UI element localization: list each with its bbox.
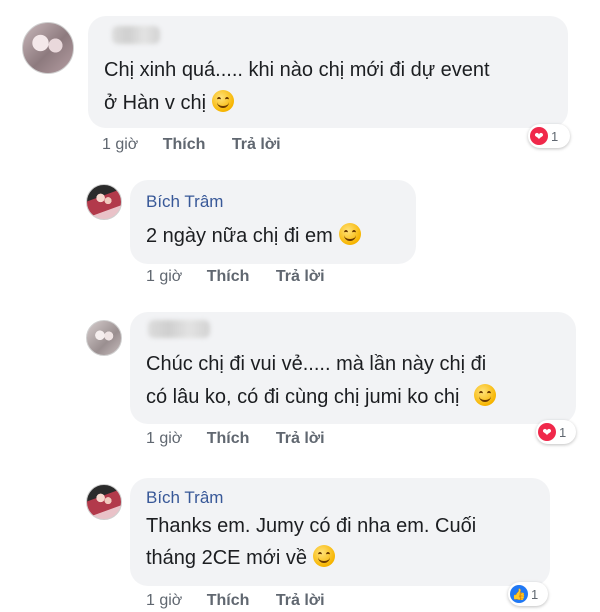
smile-emoji-icon xyxy=(473,384,496,406)
comment-author[interactable]: Bích Trâm xyxy=(146,192,223,212)
comment-text-line-1: Thanks em. Jumy có đi nha em. Cuối xyxy=(146,515,477,537)
reaction-badge[interactable]: 👍 1 xyxy=(508,582,548,606)
comment-text-line-2-content: tháng 2CE mới về xyxy=(146,547,307,569)
avatar[interactable] xyxy=(86,184,122,220)
comment-text-line-2: ở Hàn v chị xyxy=(104,87,235,120)
blurred-author-name xyxy=(112,26,160,44)
comment-1: Chị xinh quá..... khi nào chị mới đi dự … xyxy=(0,0,600,170)
comment-4: Bích Trâm Thanks em. Jumy có đi nha em. … xyxy=(0,470,600,612)
comment-actions: 1 giờ Thích Trả lời xyxy=(146,592,347,610)
reply-button[interactable]: Trả lời xyxy=(276,592,325,610)
reaction-count: 1 xyxy=(551,128,559,144)
comment-text-line-2: có lâu ko, có đi cùng chị jumi ko chị xyxy=(146,381,496,414)
like-button[interactable]: Thích xyxy=(207,268,250,286)
smile-emoji-icon xyxy=(338,223,361,245)
comment-text-line-1: Chúc chị đi vui vẻ..... mà lần này chị đ… xyxy=(146,353,487,375)
timestamp[interactable]: 1 giờ xyxy=(102,136,138,154)
heart-icon: ❤ xyxy=(530,127,548,145)
comment-text-line-2-content: có lâu ko, có đi cùng chị jumi ko chị xyxy=(146,386,460,408)
comment-text-line-2-content: ở Hàn v chị xyxy=(104,92,207,114)
like-button[interactable]: Thích xyxy=(163,136,206,154)
comment-bubble: Chị xinh quá..... khi nào chị mới đi dự … xyxy=(88,16,568,128)
comment-text-line-1: Chị xinh quá..... khi nào chị mới đi dự … xyxy=(104,59,490,81)
reaction-badge[interactable]: ❤ 1 xyxy=(528,124,570,148)
comment-bubble: Bích Trâm Thanks em. Jumy có đi nha em. … xyxy=(130,478,550,586)
avatar[interactable] xyxy=(86,320,122,356)
like-button[interactable]: Thích xyxy=(207,592,250,610)
reply-button[interactable]: Trả lời xyxy=(232,136,281,154)
comment-actions: 1 giờ Thích Trả lời xyxy=(146,430,347,448)
avatar[interactable] xyxy=(22,22,74,74)
comment-actions: 1 giờ Thích Trả lời xyxy=(102,136,303,154)
smile-emoji-icon xyxy=(312,545,335,567)
smile-emoji-icon xyxy=(212,90,235,112)
comment-actions: 1 giờ Thích Trả lời xyxy=(146,268,347,286)
heart-icon: ❤ xyxy=(538,423,556,441)
reaction-count: 1 xyxy=(531,586,539,602)
timestamp[interactable]: 1 giờ xyxy=(146,268,182,286)
reaction-count: 1 xyxy=(559,424,567,440)
blurred-author-name xyxy=(148,320,210,338)
comment-3: Chúc chị đi vui vẻ..... mà lần này chị đ… xyxy=(0,300,600,470)
timestamp[interactable]: 1 giờ xyxy=(146,430,182,448)
comment-bubble: Chúc chị đi vui vẻ..... mà lần này chị đ… xyxy=(130,312,576,424)
timestamp[interactable]: 1 giờ xyxy=(146,592,182,610)
comment-text-content: 2 ngày nữa chị đi em xyxy=(146,225,333,247)
comment-author[interactable]: Bích Trâm xyxy=(146,488,223,508)
comment-text-line-2: tháng 2CE mới về xyxy=(146,542,335,575)
reply-button[interactable]: Trả lời xyxy=(276,430,325,448)
like-button[interactable]: Thích xyxy=(207,430,250,448)
comment-text-line-1: 2 ngày nữa chị đi em xyxy=(146,220,361,253)
comment-bubble: Bích Trâm 2 ngày nữa chị đi em xyxy=(130,180,416,264)
reaction-badge[interactable]: ❤ 1 xyxy=(536,420,576,444)
thumbs-up-icon: 👍 xyxy=(510,585,528,603)
comment-2: Bích Trâm 2 ngày nữa chị đi em 1 giờ Thí… xyxy=(0,170,600,300)
avatar[interactable] xyxy=(86,484,122,520)
reply-button[interactable]: Trả lời xyxy=(276,268,325,286)
